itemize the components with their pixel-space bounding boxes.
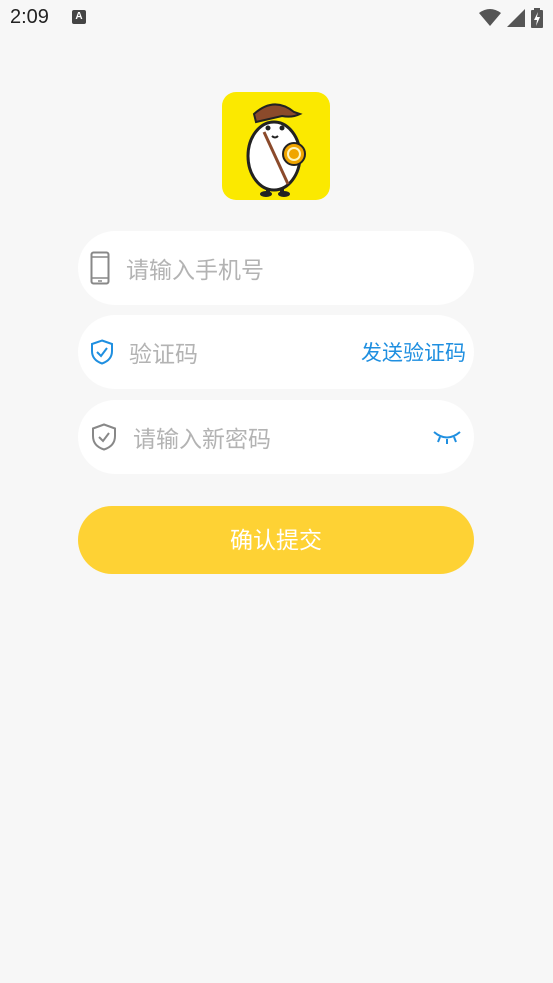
phone-icon [90,251,110,285]
phone-input[interactable]: 请输入手机号 [126,251,264,285]
shield-check-icon [91,339,113,365]
status-icons [479,8,543,28]
shield-check-icon [92,423,116,451]
battery-charging-icon [531,8,543,28]
phone-field[interactable]: 请输入手机号 [78,231,474,305]
verification-code-field[interactable]: 验证码 发送验证码 [78,315,474,389]
status-time: 2:09 [10,6,49,28]
send-code-button[interactable]: 发送验证码 [361,337,466,367]
new-password-input[interactable]: 请输入新密码 [133,420,271,454]
wifi-icon [479,9,501,26]
status-bar: 2:09 A [0,0,553,38]
new-password-field[interactable]: 请输入新密码 [78,400,474,474]
eye-closed-icon[interactable] [432,429,462,445]
app-logo [222,92,330,200]
signal-icon [507,9,525,27]
submit-button[interactable]: 确认提交 [78,506,474,574]
notification-icon: A [72,10,86,24]
verification-code-input[interactable]: 验证码 [129,335,198,369]
